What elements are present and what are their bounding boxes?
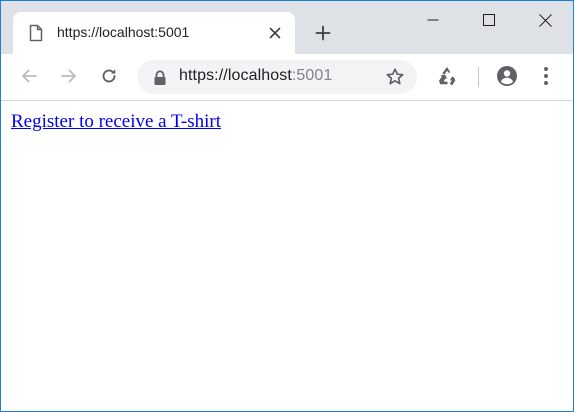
toolbar: https://localhost:5001 xyxy=(1,54,573,101)
url-host: https://localhost xyxy=(179,67,292,84)
arrow-right-icon[interactable] xyxy=(57,64,81,88)
maximize-icon[interactable] xyxy=(461,1,517,39)
tab-strip: https://localhost:5001 xyxy=(1,1,573,54)
address-bar[interactable]: https://localhost:5001 xyxy=(137,60,417,94)
more-vert-icon[interactable] xyxy=(534,64,558,88)
close-icon[interactable] xyxy=(267,25,283,41)
toolbar-divider xyxy=(478,67,479,87)
plus-icon[interactable] xyxy=(311,21,335,45)
page-content: Register to receive a T-shirt xyxy=(1,101,573,411)
tab-active[interactable]: https://localhost:5001 xyxy=(13,12,295,54)
url-port: :5001 xyxy=(291,67,333,84)
window-close-icon[interactable] xyxy=(517,1,573,39)
star-icon[interactable] xyxy=(385,67,405,87)
lock-icon[interactable] xyxy=(153,70,167,86)
arrow-left-icon[interactable] xyxy=(17,64,41,88)
account-icon[interactable] xyxy=(495,64,519,88)
recycle-icon[interactable] xyxy=(435,64,459,88)
url-text: https://localhost:5001 xyxy=(179,67,332,85)
browser-window: https://localhost:5001 https://localhost… xyxy=(0,0,574,412)
register-link[interactable]: Register to receive a T-shirt xyxy=(11,111,221,133)
document-icon xyxy=(29,24,43,42)
reload-icon[interactable] xyxy=(97,64,121,88)
tab-title: https://localhost:5001 xyxy=(57,24,190,40)
minimize-icon[interactable] xyxy=(405,1,461,39)
